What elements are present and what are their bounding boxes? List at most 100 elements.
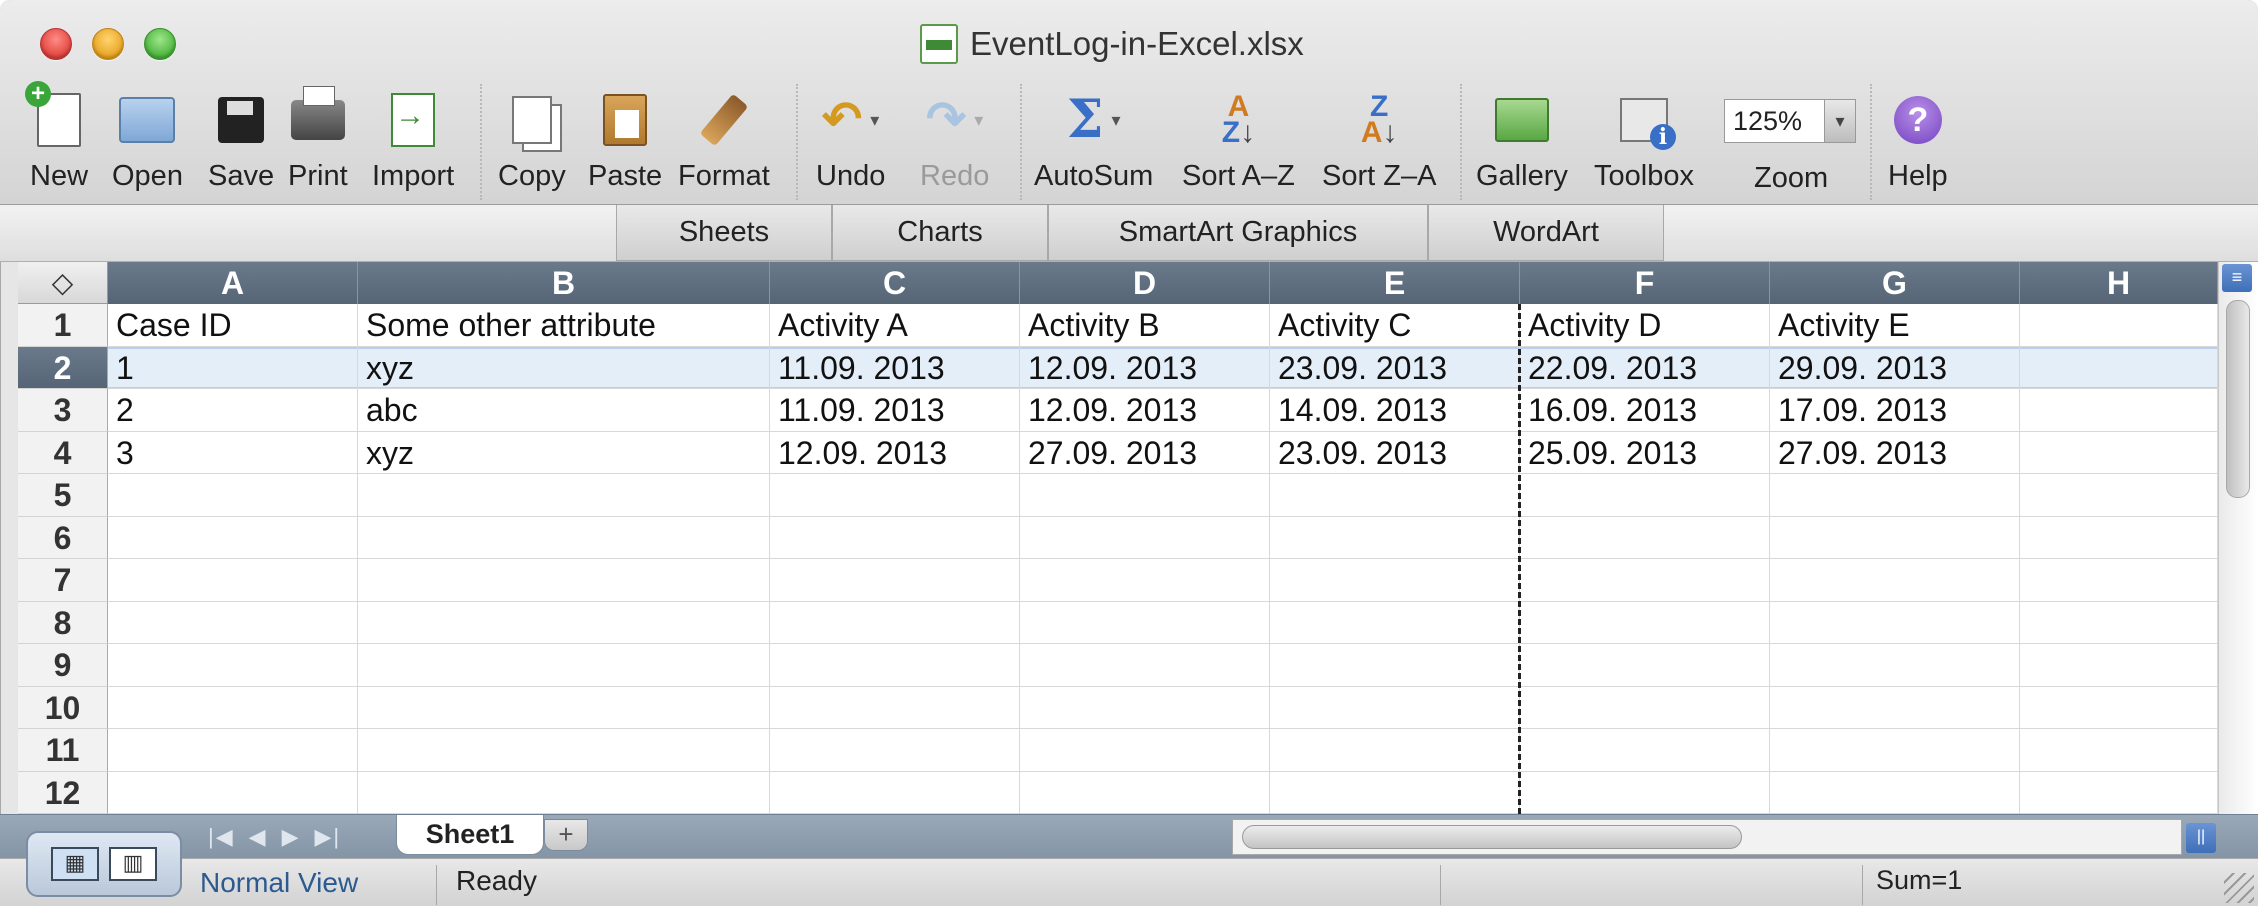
paste-button[interactable]: Paste bbox=[588, 88, 662, 200]
cell-f6[interactable] bbox=[1520, 516, 1770, 559]
cell-e12[interactable] bbox=[1270, 771, 1520, 814]
cell-c1[interactable]: Activity A bbox=[770, 304, 1020, 347]
cell-c4[interactable]: 12.09. 2013 bbox=[770, 431, 1020, 474]
cell-a7[interactable] bbox=[108, 559, 358, 602]
sort-za-button[interactable]: Z A↓ Sort Z–A bbox=[1322, 88, 1436, 200]
cell-d7[interactable] bbox=[1020, 559, 1270, 602]
cell-f8[interactable] bbox=[1520, 601, 1770, 644]
cell-c2[interactable]: 11.09. 2013 bbox=[770, 346, 1020, 389]
cell-b5[interactable] bbox=[358, 474, 770, 517]
next-sheet-arrow-icon[interactable]: ▶ bbox=[282, 824, 301, 850]
cell-c8[interactable] bbox=[770, 601, 1020, 644]
column-header-b[interactable]: B bbox=[358, 262, 770, 304]
cell-c5[interactable] bbox=[770, 474, 1020, 517]
spreadsheet-grid[interactable]: ◇ A B C D E F G H 1 Case ID Some other attribute Ac… bbox=[18, 262, 2218, 814]
cell-e3[interactable]: 14.09. 2013 bbox=[1270, 389, 1520, 432]
cell-h9[interactable] bbox=[2020, 644, 2218, 687]
cell-a2[interactable]: 1 bbox=[108, 346, 358, 389]
cell-g9[interactable] bbox=[1770, 644, 2020, 687]
cell-g2[interactable]: 29.09. 2013 bbox=[1770, 346, 2020, 389]
cell-c12[interactable] bbox=[770, 771, 1020, 814]
cell-h8[interactable] bbox=[2020, 601, 2218, 644]
cell-g3[interactable]: 17.09. 2013 bbox=[1770, 389, 2020, 432]
cell-e2[interactable]: 23.09. 2013 bbox=[1270, 346, 1520, 389]
row-header-12[interactable]: 12 bbox=[18, 771, 108, 814]
sort-az-button[interactable]: A Z↓ Sort A–Z bbox=[1182, 88, 1295, 200]
cell-a10[interactable] bbox=[108, 686, 358, 729]
tab-charts[interactable]: Charts bbox=[832, 205, 1048, 261]
toolbox-button[interactable]: Toolbox bbox=[1594, 88, 1694, 200]
cell-e7[interactable] bbox=[1270, 559, 1520, 602]
cell-g4[interactable]: 27.09. 2013 bbox=[1770, 431, 2020, 474]
row-header-2[interactable]: 2 bbox=[18, 346, 108, 389]
tab-wordart[interactable]: WordArt bbox=[1428, 205, 1664, 261]
cell-d1[interactable]: Activity B bbox=[1020, 304, 1270, 347]
cell-e1[interactable]: Activity C bbox=[1270, 304, 1520, 347]
cell-b8[interactable] bbox=[358, 601, 770, 644]
cell-f10[interactable] bbox=[1520, 686, 1770, 729]
cell-f9[interactable] bbox=[1520, 644, 1770, 687]
print-button[interactable]: Print bbox=[288, 86, 348, 200]
row-header-1[interactable]: 1 bbox=[18, 304, 108, 347]
row-header-9[interactable]: 9 bbox=[18, 644, 108, 687]
column-header-c[interactable]: C bbox=[770, 262, 1020, 304]
cell-d2[interactable]: 12.09. 2013 bbox=[1020, 346, 1270, 389]
cell-b10[interactable] bbox=[358, 686, 770, 729]
row-header-3[interactable]: 3 bbox=[18, 389, 108, 432]
cell-h11[interactable] bbox=[2020, 729, 2218, 772]
sheet-tab-sheet1[interactable]: Sheet1 bbox=[396, 815, 544, 855]
cell-a1[interactable]: Case ID bbox=[108, 304, 358, 347]
cell-a12[interactable] bbox=[108, 771, 358, 814]
cell-a4[interactable]: 3 bbox=[108, 431, 358, 474]
cell-f5[interactable] bbox=[1520, 474, 1770, 517]
cell-a8[interactable] bbox=[108, 601, 358, 644]
cell-b11[interactable] bbox=[358, 729, 770, 772]
open-button[interactable]: Open bbox=[112, 88, 183, 200]
cell-g10[interactable] bbox=[1770, 686, 2020, 729]
cell-d6[interactable] bbox=[1020, 516, 1270, 559]
column-header-f[interactable]: F bbox=[1520, 262, 1770, 304]
autosum-dropdown-caret-icon[interactable]: ▾ bbox=[1112, 111, 1121, 129]
cell-e5[interactable] bbox=[1270, 474, 1520, 517]
row-header-11[interactable]: 11 bbox=[18, 729, 108, 772]
cell-b12[interactable] bbox=[358, 771, 770, 814]
cell-f7[interactable] bbox=[1520, 559, 1770, 602]
row-header-7[interactable]: 7 bbox=[18, 559, 108, 602]
cell-c3[interactable]: 11.09. 2013 bbox=[770, 389, 1020, 432]
cell-g11[interactable] bbox=[1770, 729, 2020, 772]
cell-b3[interactable]: abc bbox=[358, 389, 770, 432]
cell-f11[interactable] bbox=[1520, 729, 1770, 772]
cell-f1[interactable]: Activity D bbox=[1520, 304, 1770, 347]
cell-d12[interactable] bbox=[1020, 771, 1270, 814]
tab-sheets[interactable]: Sheets bbox=[616, 205, 832, 261]
first-sheet-arrow-icon[interactable]: |◀ bbox=[208, 824, 235, 850]
row-header-8[interactable]: 8 bbox=[18, 601, 108, 644]
horizontal-split-icon[interactable]: || bbox=[2186, 823, 2216, 853]
cell-b1[interactable]: Some other attribute bbox=[358, 304, 770, 347]
cell-h5[interactable] bbox=[2020, 474, 2218, 517]
column-header-g[interactable]: G bbox=[1770, 262, 2020, 304]
cell-b6[interactable] bbox=[358, 516, 770, 559]
cell-a3[interactable]: 2 bbox=[108, 389, 358, 432]
cell-c9[interactable] bbox=[770, 644, 1020, 687]
cell-d11[interactable] bbox=[1020, 729, 1270, 772]
cell-a6[interactable] bbox=[108, 516, 358, 559]
zoom-dropdown-icon[interactable]: ▾ bbox=[1824, 100, 1855, 142]
cell-b9[interactable] bbox=[358, 644, 770, 687]
select-all-corner[interactable]: ◇ bbox=[18, 262, 108, 304]
zoom-window-button[interactable] bbox=[144, 28, 176, 60]
normal-view-grid-icon[interactable]: ▦ bbox=[51, 847, 99, 881]
vertical-scroll-thumb[interactable] bbox=[2226, 300, 2250, 498]
cell-d10[interactable] bbox=[1020, 686, 1270, 729]
cell-e6[interactable] bbox=[1270, 516, 1520, 559]
cell-h7[interactable] bbox=[2020, 559, 2218, 602]
cell-c11[interactable] bbox=[770, 729, 1020, 772]
cell-e4[interactable]: 23.09. 2013 bbox=[1270, 431, 1520, 474]
cell-d3[interactable]: 12.09. 2013 bbox=[1020, 389, 1270, 432]
cell-g7[interactable] bbox=[1770, 559, 2020, 602]
cell-c7[interactable] bbox=[770, 559, 1020, 602]
cell-h12[interactable] bbox=[2020, 771, 2218, 814]
save-button[interactable]: Save bbox=[208, 88, 274, 200]
cell-h6[interactable] bbox=[2020, 516, 2218, 559]
row-header-5[interactable]: 5 bbox=[18, 474, 108, 517]
